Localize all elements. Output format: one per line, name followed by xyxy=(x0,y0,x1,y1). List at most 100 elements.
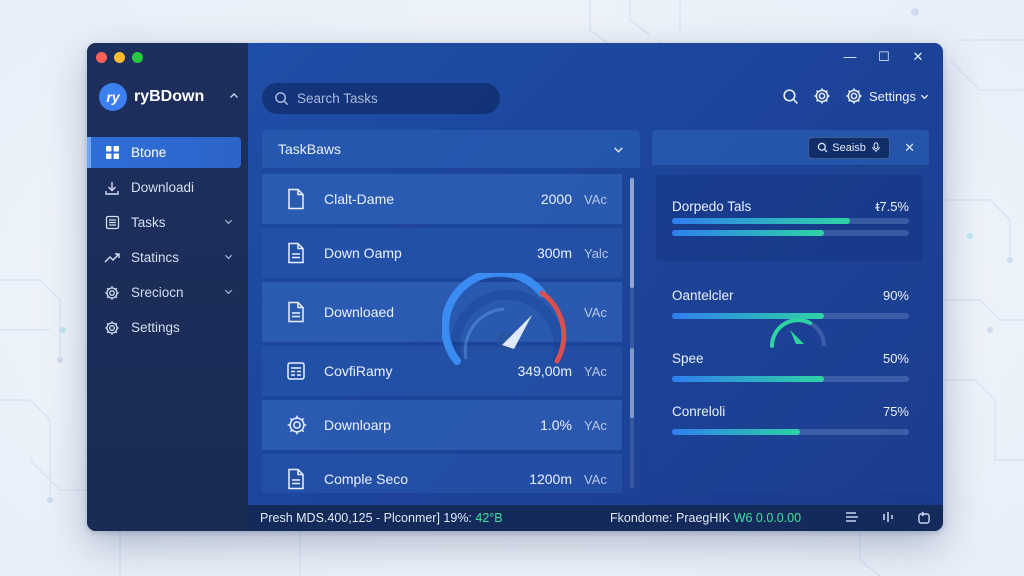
stat-item: Spee 50% xyxy=(672,351,909,382)
gear-icon xyxy=(814,88,830,104)
progress-fill xyxy=(672,376,824,382)
task-unit: YAc xyxy=(584,417,607,433)
close-panel-button[interactable]: ✕ xyxy=(904,140,915,156)
chevron-down-icon[interactable] xyxy=(224,252,233,264)
stat-label: Conreloli xyxy=(672,404,726,419)
task-name: Downloarp xyxy=(324,417,391,433)
zoom-window-button[interactable] xyxy=(132,52,143,63)
scrollbar-thumb[interactable] xyxy=(630,178,634,288)
progress-bar xyxy=(672,429,909,435)
stat-value: 50% xyxy=(882,351,909,366)
stat-item: Dorpedo Tals ᵵ7.5% xyxy=(672,189,909,236)
task-name: Comple Seco xyxy=(324,471,409,487)
sidebar-item-label: Downloadi xyxy=(131,180,195,195)
chevron-down-icon[interactable] xyxy=(224,217,233,229)
sidebar-item-label: Settings xyxy=(131,320,180,335)
gear-icon xyxy=(286,414,308,436)
chevron-down-icon[interactable] xyxy=(224,287,233,299)
progress-fill xyxy=(672,218,850,224)
stat-item: Conreloli 75% xyxy=(672,404,909,435)
minimize-button[interactable]: — xyxy=(833,49,867,65)
stats-panel: Seaisb ✕ Dorpedo Tals ᵵ7.5% Oantelcler 9… xyxy=(652,130,929,493)
task-size: 2000 xyxy=(540,191,572,207)
app-logo: ry xyxy=(99,83,127,111)
app-window: ry ryBDown Btone Downloadi Tasks Statinc… xyxy=(87,43,943,531)
stats-panel-header: Seaisb ✕ xyxy=(652,130,929,165)
maximize-button[interactable]: ☐ xyxy=(867,49,901,65)
window-controls: — ☐ ✕ xyxy=(833,49,935,65)
status-mid: Fkondome: PraegHIK W6 0.0.0.00 xyxy=(610,511,845,525)
file-text-icon xyxy=(286,242,308,264)
search-icon xyxy=(817,142,828,153)
stat-label: Oantelcler xyxy=(672,288,734,303)
status-text: Presh MDS.400,125 - Plconmer] 19%: xyxy=(260,511,476,525)
chevron-down-icon xyxy=(920,94,929,99)
list-icon xyxy=(104,215,120,231)
chevron-down-icon[interactable] xyxy=(613,144,624,155)
file-text-icon xyxy=(286,468,308,490)
scrollbar-thumb[interactable] xyxy=(630,348,634,418)
stats-search-button[interactable]: Seaisb xyxy=(808,136,891,159)
table-row[interactable]: Clalt-Dame 2000 VAc xyxy=(262,174,622,224)
table-row[interactable]: Comple Seco 1200m VAc xyxy=(262,454,622,493)
search-icon xyxy=(274,91,289,106)
speedometer-gauge-icon xyxy=(442,273,567,365)
gear-icon xyxy=(104,320,120,336)
refresh-icon[interactable] xyxy=(917,511,931,525)
menu-lines-icon[interactable] xyxy=(845,511,859,523)
task-name: Down Oamp xyxy=(324,245,402,261)
sidebar-item-btone[interactable]: Btone xyxy=(87,137,241,168)
sidebar-item-settings[interactable]: Settings xyxy=(87,312,241,343)
stats-search-label: Seaisb xyxy=(832,141,866,154)
settings-gear-button[interactable] xyxy=(813,87,831,105)
status-left: Presh MDS.400,125 - Plconmer] 19%: 42°B xyxy=(260,511,610,525)
sidebar: ry ryBDown Btone Downloadi Tasks Statinc… xyxy=(87,43,248,531)
sidebar-item-label: Btone xyxy=(131,145,167,160)
traffic-lights xyxy=(96,52,143,63)
stat-label: Spee xyxy=(672,351,704,366)
tasks-panel-header[interactable]: TaskBaws xyxy=(262,130,640,168)
table-row[interactable]: Down Oamp 300m Yalc xyxy=(262,228,622,278)
status-value: W6 0.0.0.00 xyxy=(733,511,802,525)
stat-label: Dorpedo Tals xyxy=(672,199,752,214)
task-size: 300m xyxy=(536,245,572,261)
search-input[interactable]: Search Tasks xyxy=(262,83,500,114)
task-size: 1.0% xyxy=(540,417,572,433)
task-unit: YAc xyxy=(584,363,607,379)
search-placeholder: Search Tasks xyxy=(297,91,378,106)
stat-value: 75% xyxy=(882,404,909,419)
close-window-button[interactable] xyxy=(96,52,107,63)
calculator-icon xyxy=(286,360,308,382)
chart-line-icon xyxy=(104,250,120,266)
search-icon xyxy=(783,88,798,104)
close-button[interactable]: ✕ xyxy=(901,49,935,65)
progress-bar xyxy=(672,376,909,382)
sidebar-item-statincs[interactable]: Statincs xyxy=(87,242,241,273)
sidebar-item-downloadi[interactable]: Downloadi xyxy=(87,172,241,203)
tasks-panel-title: TaskBaws xyxy=(278,141,342,157)
progress-fill xyxy=(672,429,800,435)
progress-bar xyxy=(672,218,909,224)
table-row[interactable]: Downloarp 1.0% YAc xyxy=(262,400,622,450)
sidebar-nav: Btone Downloadi Tasks Statincs Sreciocn … xyxy=(87,137,248,347)
microphone-icon xyxy=(872,142,880,153)
settings-menu-button[interactable]: Settings xyxy=(845,87,929,105)
minimize-window-button[interactable] xyxy=(114,52,125,63)
main-content: — ☐ ✕ Search Tasks Settings TaskBaws Cla… xyxy=(248,43,943,531)
toolbar: Settings xyxy=(782,87,929,105)
sidebar-item-sreciocn[interactable]: Sreciocn xyxy=(87,277,241,308)
settings-label: Settings xyxy=(869,88,916,104)
equalizer-icon[interactable] xyxy=(881,511,895,523)
status-icons xyxy=(845,511,931,525)
task-unit: VAc xyxy=(584,471,607,487)
search-button[interactable] xyxy=(782,88,799,105)
sidebar-item-label: Sreciocn xyxy=(131,285,184,300)
gear-icon xyxy=(104,285,120,301)
sidebar-item-tasks[interactable]: Tasks xyxy=(87,207,241,238)
gear-icon xyxy=(846,88,862,104)
brand-header[interactable]: ry ryBDown xyxy=(99,83,239,111)
chevron-up-icon[interactable] xyxy=(229,91,239,104)
stat-value: ᵵ7.5% xyxy=(875,199,909,214)
status-bar: Presh MDS.400,125 - Plconmer] 19%: 42°B … xyxy=(248,505,943,531)
task-list-scrollbar[interactable] xyxy=(630,178,634,488)
